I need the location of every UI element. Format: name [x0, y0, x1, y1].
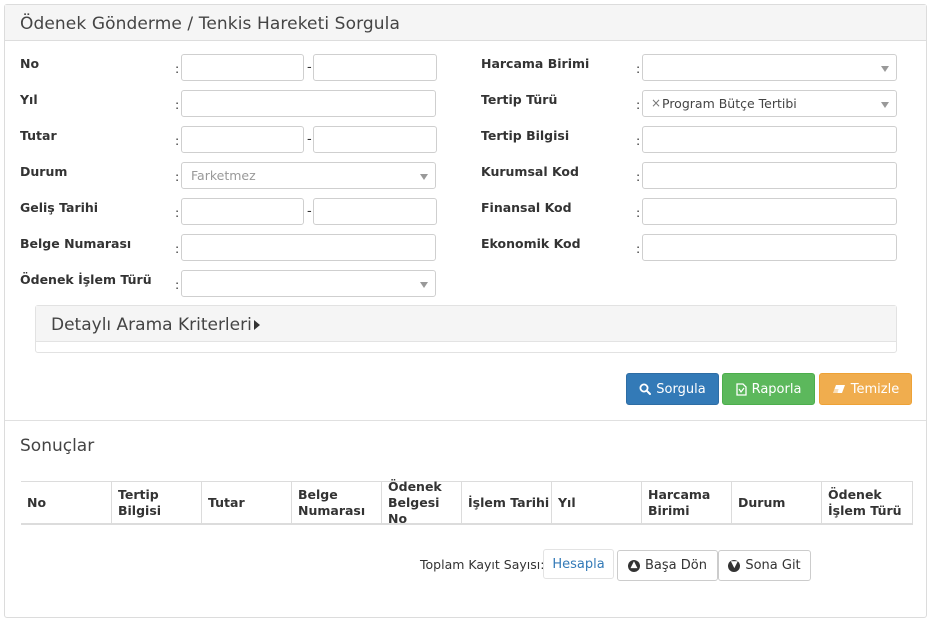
harcama-birimi-select[interactable]: [642, 54, 897, 81]
gelis-tarihi-start-input[interactable]: [181, 198, 304, 225]
no-label: No: [20, 56, 40, 71]
clear-button[interactable]: Temizle: [819, 373, 912, 405]
tertip-turu-selected: Program Bütçe Tertibi: [662, 96, 797, 111]
belge-numarasi-colon: :: [175, 241, 180, 256]
last-page-button-label: Sona Git: [745, 558, 801, 573]
column-header-durum[interactable]: Durum: [731, 482, 821, 523]
harcama-birimi-label: Harcama Birimi: [481, 56, 590, 71]
column-header-tutar[interactable]: Tutar: [201, 482, 291, 523]
tertip-bilgisi-label: Tertip Bilgisi: [481, 128, 570, 143]
belge-numarasi-label: Belge Numarası: [20, 236, 132, 251]
kurumsal-kod-input[interactable]: [642, 162, 897, 189]
gelis-tarihi-label: Geliş Tarihi: [20, 200, 99, 215]
last-page-button[interactable]: ▼ Sona Git: [718, 550, 811, 581]
tag-remove-icon[interactable]: ×: [651, 96, 661, 110]
no-start-input[interactable]: [181, 54, 304, 81]
section-divider: [5, 420, 926, 421]
results-table: No Tertip Bilgisi Tutar Belge Numarası Ö…: [21, 479, 913, 526]
tertip-bilgisi-input[interactable]: [642, 126, 897, 153]
column-header-no[interactable]: No: [21, 482, 111, 523]
kurumsal-kod-colon: :: [636, 169, 641, 184]
query-button-label: Sorgula: [656, 381, 706, 397]
odenek-islem-turu-select[interactable]: [181, 270, 436, 297]
column-header-tertip-bilgisi[interactable]: Tertip Bilgisi: [111, 482, 201, 523]
column-header-islem-tarihi[interactable]: İşlem Tarihi: [461, 482, 551, 523]
detailed-search-toggle[interactable]: Detaylı Arama Kriterleri: [36, 306, 896, 342]
calculate-button[interactable]: Hesapla: [543, 549, 614, 579]
finansal-kod-input[interactable]: [642, 198, 897, 225]
no-colon: :: [175, 61, 180, 76]
panel-header: Ödenek Gönderme / Tenkis Hareketi Sorgul…: [5, 5, 926, 41]
ekonomik-kod-label: Ekonomik Kod: [481, 236, 581, 251]
finansal-kod-label: Finansal Kod: [481, 200, 572, 215]
eraser-icon: [832, 385, 845, 393]
first-page-button-label: Başa Dön: [645, 558, 707, 573]
no-end-input[interactable]: [313, 54, 437, 81]
arrow-up-circle-icon: ▲: [628, 559, 641, 572]
query-panel: Ödenek Gönderme / Tenkis Hareketi Sorgul…: [4, 4, 927, 618]
column-header-harcama-birimi[interactable]: Harcama Birimi: [641, 482, 731, 523]
ekonomik-kod-colon: :: [636, 241, 641, 256]
yil-input[interactable]: [181, 90, 436, 117]
tertip-turu-select[interactable]: × Program Bütçe Tertibi: [642, 90, 897, 117]
file-icon: [735, 382, 747, 396]
detailed-search-panel: Detaylı Arama Kriterleri: [35, 305, 897, 353]
no-dash: -: [307, 60, 312, 75]
ekonomik-kod-input[interactable]: [642, 234, 897, 261]
tutar-max-input[interactable]: [313, 126, 437, 153]
odenek-islem-turu-label: Ödenek İşlem Türü: [20, 272, 152, 287]
durum-colon: :: [175, 169, 180, 184]
detailed-search-title: Detaylı Arama Kriterleri: [51, 315, 252, 335]
chevron-down-icon: [881, 102, 889, 108]
durum-label: Durum: [20, 164, 68, 179]
durum-selected: Farketmez: [191, 168, 256, 183]
column-header-odenek-belgesi-no[interactable]: Ödenek Belgesi No: [381, 479, 461, 526]
chevron-down-icon: [420, 174, 428, 180]
tertip-bilgisi-colon: :: [636, 133, 641, 148]
kurumsal-kod-label: Kurumsal Kod: [481, 164, 579, 179]
arrow-down-circle-icon: ▼: [728, 559, 741, 572]
first-page-button[interactable]: ▲ Başa Dön: [617, 550, 718, 581]
odenek-islem-turu-colon: :: [175, 277, 180, 292]
finansal-kod-colon: :: [636, 205, 641, 220]
gelis-tarihi-end-input[interactable]: [313, 198, 437, 225]
durum-select[interactable]: Farketmez: [181, 162, 436, 189]
page-title: Ödenek Gönderme / Tenkis Hareketi Sorgul…: [20, 14, 400, 34]
caret-right-icon: [254, 320, 260, 330]
calculate-button-label: Hesapla: [552, 556, 605, 572]
results-title: Sonuçlar: [20, 436, 95, 456]
gelis-tarihi-colon: :: [175, 205, 180, 220]
tutar-colon: :: [175, 133, 180, 148]
search-icon: [639, 383, 652, 395]
belge-numarasi-input[interactable]: [181, 234, 436, 261]
gelis-tarihi-dash: -: [307, 204, 312, 219]
query-button[interactable]: Sorgula: [626, 373, 719, 405]
harcama-birimi-colon: :: [636, 61, 641, 76]
tutar-min-input[interactable]: [181, 126, 304, 153]
column-header-yil[interactable]: Yıl: [551, 482, 641, 523]
chevron-down-icon: [420, 282, 428, 288]
clear-button-label: Temizle: [850, 381, 900, 397]
column-header-belge-numarasi[interactable]: Belge Numarası: [291, 482, 381, 523]
column-header-odenek-islem-turu[interactable]: Ödenek İşlem Türü: [821, 482, 913, 523]
chevron-down-icon: [881, 66, 889, 72]
tutar-label: Tutar: [20, 128, 57, 143]
report-button[interactable]: Raporla: [722, 373, 815, 405]
tertip-turu-label: Tertip Türü: [481, 92, 558, 107]
tertip-turu-colon: :: [636, 97, 641, 112]
tutar-dash: -: [307, 132, 312, 147]
yil-label: Yıl: [20, 92, 38, 107]
total-count-label: Toplam Kayıt Sayısı:: [420, 557, 545, 572]
yil-colon: :: [175, 97, 180, 112]
report-button-label: Raporla: [751, 381, 802, 397]
